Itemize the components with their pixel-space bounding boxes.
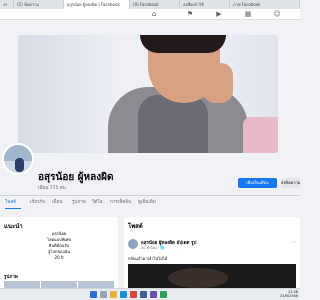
tab-videos[interactable]: วิดีโอ (92, 198, 103, 208)
taskbar: 12:48 24/6/2566 (0, 288, 300, 300)
app-icon[interactable] (150, 291, 157, 298)
bio-line: 20 ปี (54, 255, 64, 260)
browser-tab[interactable]: (5) ข้อความ (14, 0, 64, 9)
posts-card: โพสต์ อสุรน้อย ผู้หลงผิด อัปเดต รูป 20 ช… (124, 217, 300, 295)
tab-more[interactable]: ดูเพิ่มเติม (138, 198, 156, 208)
browser-tab[interactable]: (9) Facebook (130, 0, 180, 9)
groups-icon[interactable]: ☺ (273, 10, 281, 18)
app-icon[interactable] (160, 291, 167, 298)
browser-tab[interactable]: งฯ (0, 0, 14, 9)
browser-tab[interactable]: ลงชื่อเข้าใช้ (180, 0, 230, 9)
windows-start-icon[interactable] (90, 291, 97, 298)
post-timestamp[interactable]: 20 ชั่วโมง · 🌐 (141, 245, 165, 251)
browser-icon[interactable] (120, 291, 127, 298)
tab-checkins[interactable]: การเช็คอิน (110, 198, 131, 208)
store-icon[interactable] (140, 291, 147, 298)
taskbar-clock[interactable]: 12:48 24/6/2566 (280, 290, 298, 298)
search-icon[interactable] (100, 291, 107, 298)
posts-title: โพสต์ (128, 223, 143, 230)
facebook-top-nav: ⌂ ⚑ ▶ ▦ ☺ (0, 9, 300, 20)
chrome-icon[interactable] (130, 291, 137, 298)
post-menu-icon[interactable]: ··· (292, 239, 297, 245)
browser-tab-active[interactable]: อสุรน้อย ผู้หลงผิด | Facebook (64, 0, 130, 9)
profile-tabs: โพสต์ เกี่ยวกับ เพื่อน รูปภาพ วิดีโอ การ… (0, 198, 300, 208)
file-explorer-icon[interactable] (110, 291, 117, 298)
tab-posts[interactable]: โพสต์ (5, 198, 16, 208)
profile-avatar[interactable] (2, 143, 34, 175)
divider (0, 195, 300, 196)
tab-friends[interactable]: เพื่อน (52, 198, 62, 208)
clock-date: 24/6/2566 (280, 294, 298, 298)
add-friend-button[interactable]: เพิ่มเป็นเพื่อน (238, 178, 277, 188)
marketplace-icon[interactable]: ▦ (244, 10, 252, 18)
tab-photos[interactable]: รูปภาพ (72, 198, 86, 208)
flag-icon[interactable]: ⚑ (186, 10, 194, 18)
photos-label[interactable]: รูปภาพ (4, 273, 18, 280)
tab-about[interactable]: เกี่ยวกับ (30, 198, 45, 208)
post-author-avatar[interactable] (128, 239, 138, 249)
browser-tab-strip: งฯ (5) ข้อความ อสุรน้อย ผู้หลงผิด | Face… (0, 0, 300, 9)
intro-title: แนะนำ (4, 223, 23, 230)
post-text: กลับแล้วมาเจ้าไปไม่ได้ (128, 256, 168, 261)
video-icon[interactable]: ▶ (215, 10, 223, 18)
browser-tab[interactable]: ภาพ Facebook (230, 0, 300, 9)
message-button[interactable]: ส่งข้อความ (281, 178, 300, 188)
friend-count[interactable]: เพื่อน 775 คน (38, 184, 66, 191)
active-tab-indicator (5, 208, 21, 209)
cover-photo[interactable] (18, 35, 278, 153)
profile-name: อสุรน้อย ผู้หลงผิด (38, 172, 114, 183)
intro-card: แนะนำ อสุรน้อย โสดแบบพิเศษ ยินดีต้อนรับ … (0, 217, 118, 295)
home-icon[interactable]: ⌂ (150, 10, 158, 18)
intro-bio: อสุรน้อย โสดแบบพิเศษ ยินดีต้อนรับ สู่โลก… (0, 231, 118, 261)
